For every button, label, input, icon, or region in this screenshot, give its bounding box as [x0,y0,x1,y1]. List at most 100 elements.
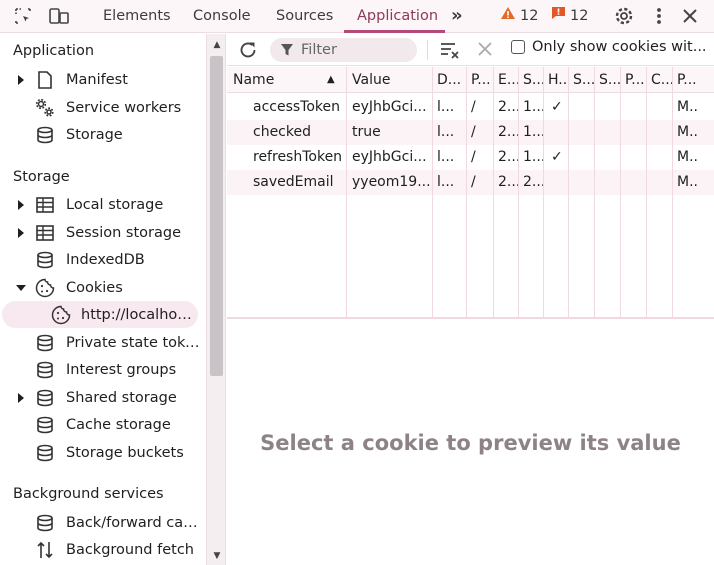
sidebar-item-cookies[interactable]: Cookies [0,274,206,301]
section-title-application: Application [13,43,95,59]
refresh-icon[interactable] [237,39,259,65]
table-row[interactable]: refreshToken eyJhbGci... l... / 2... 1..… [227,145,714,170]
cookie-value: true [352,124,381,140]
sidebar-item-label: Session storage [66,224,182,241]
clear-all-icon[interactable] [439,40,461,64]
cookie-priority: M.. [677,99,698,115]
table-header: Name ▲ Value D... P... E... S... H... S.… [227,67,714,93]
expand-arrow-icon[interactable] [16,392,26,403]
cookie-domain: l... [437,149,455,165]
column-divider[interactable] [346,67,347,319]
column-header-httponly[interactable]: H... [543,67,568,93]
sidebar-item-interest-groups[interactable]: Interest groups [0,356,206,383]
expand-arrow-icon[interactable] [16,227,26,238]
tab-elements[interactable]: Elements [103,0,171,32]
sidebar-item-manifest[interactable]: Manifest [0,66,206,93]
sidebar-scrollbar[interactable]: ▲ ▼ [206,34,226,565]
sidebar-item-label: Shared storage [66,389,177,406]
device-toolbar-icon[interactable] [47,4,71,28]
column-header-path[interactable]: P... [466,67,493,93]
column-header-secure[interactable]: S... [568,67,594,93]
column-divider[interactable] [432,67,433,319]
close-icon[interactable] [678,4,702,28]
column-header-cross-site[interactable]: C... [646,67,672,93]
sidebar-item-service-workers[interactable]: Service workers [0,94,206,121]
sidebar-item-cookie-origin[interactable]: http://localhos... [0,301,206,328]
cookie-value: eyJhbGci... [352,149,427,165]
table-row[interactable]: accessToken eyJhbGci... l... / 2... 1...… [227,95,714,120]
kebab-menu-icon[interactable] [647,4,671,28]
sidebar-item-label: Private state toke... [66,334,201,351]
sidebar-item-session-storage[interactable]: Session storage [0,219,206,246]
column-header-size[interactable]: S... [518,67,543,93]
cookie-name: refreshToken [253,149,343,165]
warnings-badge[interactable]: 12 [500,0,538,32]
section-title-storage: Storage [13,169,70,185]
column-header-value[interactable]: Value [347,67,432,93]
inspect-icon[interactable] [11,4,35,28]
column-divider[interactable] [646,67,647,319]
tab-console[interactable]: Console [193,0,251,32]
sidebar-item-private-state-tokens[interactable]: Private state toke... [0,329,206,356]
column-header-priority[interactable]: P... [672,67,714,93]
scrollbar-thumb[interactable] [210,56,223,376]
sync-arrows-icon [34,539,56,561]
cookie-name: checked [253,124,311,140]
delete-icon[interactable] [478,42,492,60]
column-header-expires[interactable]: E... [493,67,518,93]
tab-application[interactable]: Application [357,0,438,32]
checkbox-box[interactable] [511,40,525,54]
filter-placeholder: Filter [301,42,337,58]
table-row[interactable]: checked true l... / 2... 1... M.. [227,120,714,145]
expand-arrow-icon[interactable] [16,74,26,85]
collapse-arrow-icon[interactable] [16,283,26,293]
cookie-domain: l... [437,174,455,190]
expand-arrow-icon[interactable] [16,199,26,210]
issues-icon [551,0,566,32]
tab-sources[interactable]: Sources [276,0,333,32]
cookie-value: yyeom19... [352,174,431,190]
sidebar-item-back-forward-cache[interactable]: Back/forward cac... [0,509,206,536]
column-divider[interactable] [594,67,595,319]
cookie-size: 2... [523,174,543,190]
cookie-httponly: ✓ [551,149,563,165]
sidebar-item-local-storage[interactable]: Local storage [0,191,206,218]
column-divider[interactable] [543,67,544,319]
cookie-icon [34,277,56,299]
issues-badge[interactable]: 12 [551,0,588,32]
column-divider[interactable] [518,67,519,319]
sidebar-item-indexeddb[interactable]: IndexedDB [0,246,206,273]
cookie-name: savedEmail [253,174,334,190]
scroll-down-arrow-icon[interactable]: ▼ [211,551,223,561]
cookie-preview-pane: Select a cookie to preview its value [227,321,714,565]
sidebar-item-label: Cache storage [66,416,171,433]
cookie-priority: M.. [677,174,698,190]
scroll-up-arrow-icon[interactable]: ▲ [211,40,223,50]
sidebar-item-storage-buckets[interactable]: Storage buckets [0,439,206,466]
table-row[interactable]: savedEmail yyeom19... l... / 2... 2... M… [227,170,714,195]
more-tabs-button[interactable]: » [451,0,463,32]
column-header-partition-key[interactable]: P... [620,67,646,93]
filter-input[interactable]: Filter [270,38,417,62]
sidebar-item-background-fetch[interactable]: Background fetch [0,536,206,563]
sidebar-item-cache-storage[interactable]: Cache storage [0,411,206,438]
sidebar-item-storage[interactable]: Storage [0,121,206,148]
column-divider[interactable] [620,67,621,319]
column-header-domain[interactable]: D... [432,67,466,93]
application-sidebar: Application Manifest Service workers Sto… [0,34,206,565]
column-divider[interactable] [672,67,673,319]
sidebar-item-shared-storage[interactable]: Shared storage [0,384,206,411]
cookie-priority: M.. [677,124,698,140]
column-divider[interactable] [493,67,494,319]
column-divider[interactable] [466,67,467,319]
sidebar-item-label: Background fetch [66,541,194,558]
column-header-name[interactable]: Name ▲ [228,67,346,93]
sidebar-item-label: Interest groups [66,361,177,378]
document-icon [34,69,56,91]
cookie-size: 1... [523,149,543,165]
column-header-samesite[interactable]: S... [594,67,620,93]
only-show-issues-checkbox[interactable]: Only show cookies wit... [511,39,714,55]
column-divider[interactable] [568,67,569,319]
gear-icon[interactable] [612,4,636,28]
cookie-path: / [471,99,476,115]
